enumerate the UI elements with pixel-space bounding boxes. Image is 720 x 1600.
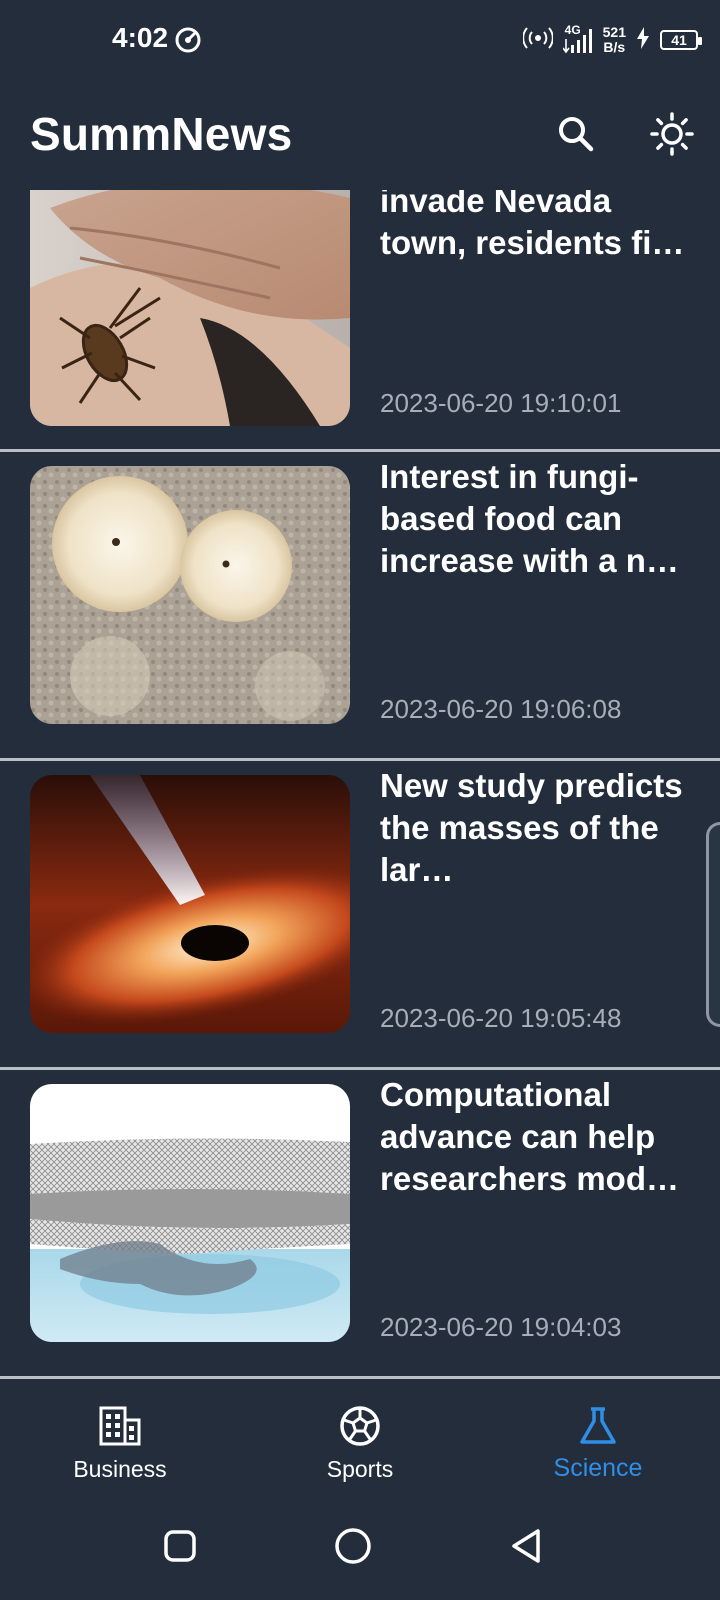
news-thumbnail-ice-model[interactable] xyxy=(30,1084,350,1342)
news-thumbnail-crickets[interactable] xyxy=(30,190,350,426)
flask-icon xyxy=(576,1404,620,1448)
hotspot-icon xyxy=(521,26,554,55)
status-time: 4:02 xyxy=(112,22,169,53)
news-item[interactable]: Computational advance can help researche… xyxy=(0,1070,720,1380)
news-title[interactable]: Computational advance can help researche… xyxy=(380,1074,690,1200)
battery-icon: 41 xyxy=(660,30,702,50)
back-icon xyxy=(512,1529,540,1563)
recents-icon xyxy=(164,1530,196,1562)
nav-label-science: Science xyxy=(553,1454,643,1482)
net-speed-unit: B/s xyxy=(603,39,626,55)
home-button[interactable] xyxy=(329,1522,377,1570)
news-timestamp: 2023-06-20 19:05:48 xyxy=(380,1003,622,1033)
nav-item-business[interactable]: Business xyxy=(20,1382,220,1492)
system-navigation-bar xyxy=(0,1492,720,1600)
app-bar: SummNews xyxy=(0,80,720,190)
news-title[interactable]: Blood-red crickets invade Nevada town, r… xyxy=(380,190,690,264)
news-thumbnail-fungi[interactable] xyxy=(30,466,350,724)
timer-icon xyxy=(174,26,202,54)
nav-item-sports[interactable]: Sports xyxy=(260,1382,460,1492)
scroll-handle[interactable] xyxy=(706,822,720,1027)
news-title[interactable]: New study predicts the masses of the lar… xyxy=(380,765,690,891)
news-timestamp: 2023-06-20 19:04:03 xyxy=(380,1312,622,1342)
status-bar: 4:02 4G 521 B/s 41 xyxy=(0,0,720,80)
signal-icon: 4G xyxy=(562,23,593,55)
news-item[interactable]: Blood-red crickets invade Nevada town, r… xyxy=(0,190,720,450)
divider xyxy=(0,1376,720,1379)
net-speed: 521 B/s xyxy=(603,25,626,55)
news-timestamp: 2023-06-20 19:10:01 xyxy=(380,388,622,418)
net-speed-value: 521 xyxy=(602,24,626,40)
theme-toggle-button[interactable] xyxy=(644,106,700,162)
back-button[interactable] xyxy=(502,1522,550,1570)
home-icon xyxy=(335,1528,371,1564)
nav-label-business: Business xyxy=(73,1456,167,1482)
news-timestamp: 2023-06-20 19:06:08 xyxy=(380,694,622,724)
news-title[interactable]: Interest in fungi-based food can increas… xyxy=(380,456,690,582)
status-indicators: 4G 521 B/s 41 xyxy=(521,22,702,58)
building-icon xyxy=(98,1404,142,1448)
search-icon xyxy=(559,117,594,152)
soccer-ball-icon xyxy=(338,1404,382,1448)
app-title: SummNews xyxy=(30,108,293,160)
nav-item-science[interactable]: Science xyxy=(498,1382,698,1492)
news-list[interactable]: Blood-red crickets invade Nevada town, r… xyxy=(0,190,720,1380)
news-item[interactable]: New study predicts the masses of the lar… xyxy=(0,761,720,1071)
charging-icon xyxy=(636,26,650,54)
search-button[interactable] xyxy=(548,106,604,162)
recents-button[interactable] xyxy=(156,1522,204,1570)
battery-level: 41 xyxy=(671,32,687,48)
brightness-icon xyxy=(650,112,694,156)
bottom-navigation: Business Sports Science xyxy=(0,1382,720,1492)
news-item[interactable]: Interest in fungi-based food can increas… xyxy=(0,452,720,762)
nav-label-sports: Sports xyxy=(326,1456,394,1482)
news-thumbnail-black-hole[interactable] xyxy=(30,775,350,1033)
